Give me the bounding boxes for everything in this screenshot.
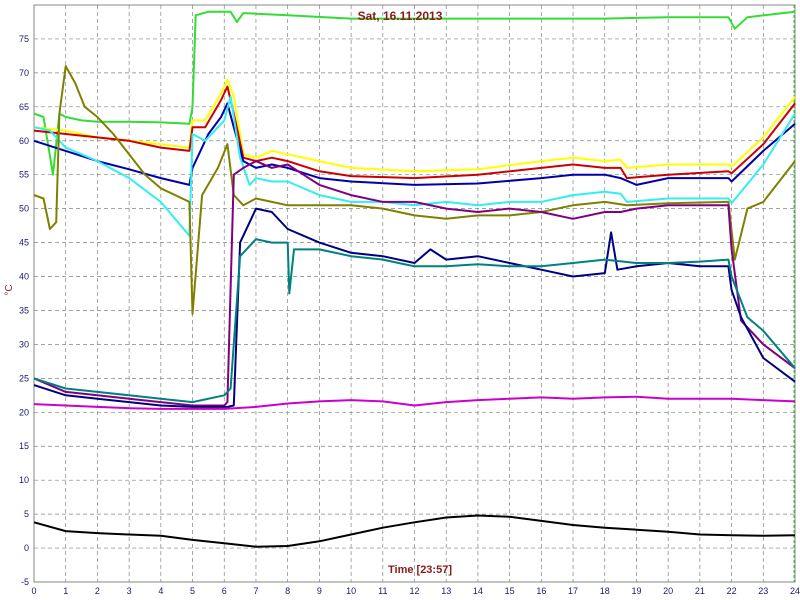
y-tick-label: 20 — [19, 407, 29, 417]
x-tick-label: 22 — [727, 586, 737, 596]
x-tick-label: 5 — [190, 586, 195, 596]
y-tick-label: -5 — [21, 577, 29, 587]
x-tick-label: 0 — [31, 586, 36, 596]
y-tick-label: 75 — [19, 34, 29, 44]
y-tick-label: 40 — [19, 272, 29, 282]
x-tick-label: 16 — [536, 586, 546, 596]
x-tick-label: 2 — [95, 586, 100, 596]
x-tick-label: 10 — [346, 586, 356, 596]
y-tick-label: 55 — [19, 170, 29, 180]
y-tick-label: 25 — [19, 373, 29, 383]
y-tick-label: 60 — [19, 136, 29, 146]
y-tick-label: 0 — [24, 543, 29, 553]
x-tick-label: 11 — [378, 586, 387, 596]
y-tick-label: 70 — [19, 68, 29, 78]
x-tick-label: 24 — [790, 586, 800, 596]
y-tick-label: 35 — [19, 305, 29, 315]
y-tick-label: 50 — [19, 204, 29, 214]
y-tick-label: 30 — [19, 339, 29, 349]
y-tick-label: 45 — [19, 238, 29, 248]
x-axis-title: Time [23:57] — [388, 564, 452, 576]
x-tick-label: 7 — [253, 586, 258, 596]
x-tick-label: 19 — [631, 586, 641, 596]
x-tick-label: 12 — [409, 586, 419, 596]
x-tick-label: 1 — [63, 586, 68, 596]
x-tick-label: 13 — [441, 586, 451, 596]
x-tick-label: 18 — [600, 586, 610, 596]
x-tick-label: 4 — [158, 586, 163, 596]
x-tick-label: 9 — [317, 586, 322, 596]
temperature-line-chart: 0 1 2 3 4 5 6 7 8 9 10 11 12 13 14 15 16 17 18 19 20 21 22 23 24… — [0, 0, 800, 600]
y-tick-label: 5 — [24, 509, 29, 519]
chart-canvas: 0 1 2 3 4 5 6 7 8 9 10 11 12 13 14 15 16 17 18 19 20 21 22 23 24… — [4, 4, 800, 596]
x-tick-label: 17 — [568, 586, 578, 596]
x-tick-label: 3 — [127, 586, 132, 596]
x-tick-label: 23 — [758, 586, 768, 596]
x-tick-label: 14 — [473, 586, 483, 596]
y-axis-title: °C — [4, 284, 15, 295]
y-tick-label: 10 — [19, 475, 29, 485]
x-tick-label: 20 — [663, 586, 673, 596]
x-tick-label: 15 — [505, 586, 515, 596]
y-tick-label: 65 — [19, 102, 29, 112]
x-tick-label: 6 — [222, 586, 227, 596]
x-tick-label: 21 — [695, 586, 705, 596]
y-tick-label: 15 — [19, 441, 29, 451]
chart-title: Sat, 16.11.2013 — [358, 9, 443, 23]
x-tick-label: 8 — [285, 586, 290, 596]
